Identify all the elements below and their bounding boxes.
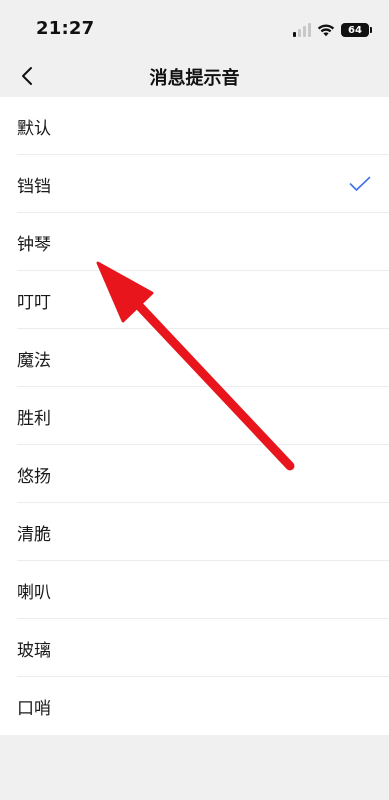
sound-option-label: 清脆 — [17, 524, 51, 545]
sound-option-horn[interactable]: 喇叭 — [0, 561, 389, 619]
sound-option-default[interactable]: 默认 — [0, 97, 389, 155]
sound-option-melodious[interactable]: 悠扬 — [0, 445, 389, 503]
sound-option-label: 喇叭 — [17, 582, 51, 603]
sound-option-victory[interactable]: 胜利 — [0, 387, 389, 445]
sound-option-label: 默认 — [17, 118, 51, 139]
status-icons: 64 — [293, 20, 372, 40]
navigation-bar: 消息提示音 — [0, 56, 389, 96]
sound-option-dangdang[interactable]: 铛铛 — [0, 155, 389, 213]
checkmark-icon — [349, 173, 371, 195]
notification-sound-screen: 21:27 64 消息提示音 默认 铛铛 钟琴 叮叮 魔法 胜利 悠扬 清脆 喇… — [0, 0, 389, 800]
sound-option-whistle[interactable]: 口哨 — [0, 677, 389, 735]
sound-option-crisp[interactable]: 清脆 — [0, 503, 389, 561]
sound-option-label: 胜利 — [17, 408, 51, 429]
wifi-icon — [317, 24, 335, 37]
sound-option-label: 悠扬 — [17, 466, 51, 487]
sound-option-label: 口哨 — [17, 698, 51, 719]
sound-option-label: 叮叮 — [17, 292, 51, 313]
sound-option-label: 钟琴 — [17, 234, 51, 255]
cellular-signal-icon — [293, 23, 311, 37]
sound-option-glockenspiel[interactable]: 钟琴 — [0, 213, 389, 271]
battery-icon: 64 — [341, 23, 372, 37]
sound-option-magic[interactable]: 魔法 — [0, 329, 389, 387]
sound-option-label: 玻璃 — [17, 640, 51, 661]
sound-option-label: 铛铛 — [17, 176, 51, 197]
sound-option-label: 魔法 — [17, 350, 51, 371]
status-bar: 21:27 64 — [0, 0, 389, 56]
sound-list: 默认 铛铛 钟琴 叮叮 魔法 胜利 悠扬 清脆 喇叭 玻璃 口哨 — [0, 97, 389, 735]
sound-option-dingding[interactable]: 叮叮 — [0, 271, 389, 329]
page-title: 消息提示音 — [149, 68, 240, 89]
status-time: 21:27 — [36, 18, 95, 39]
sound-option-glass[interactable]: 玻璃 — [0, 619, 389, 677]
